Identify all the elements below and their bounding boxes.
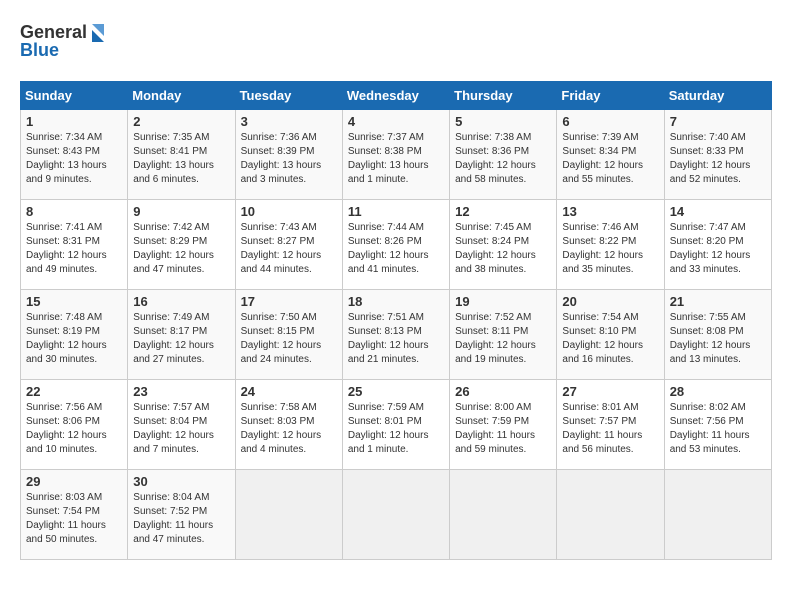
calendar-body: 1Sunrise: 7:34 AM Sunset: 8:43 PM Daylig… bbox=[21, 110, 772, 560]
calendar-cell: 11Sunrise: 7:44 AM Sunset: 8:26 PM Dayli… bbox=[342, 200, 449, 290]
calendar-cell: 29Sunrise: 8:03 AM Sunset: 7:54 PM Dayli… bbox=[21, 470, 128, 560]
calendar-cell: 21Sunrise: 7:55 AM Sunset: 8:08 PM Dayli… bbox=[664, 290, 771, 380]
calendar-cell: 8Sunrise: 7:41 AM Sunset: 8:31 PM Daylig… bbox=[21, 200, 128, 290]
calendar-header: SundayMondayTuesdayWednesdayThursdayFrid… bbox=[21, 82, 772, 110]
calendar-cell: 23Sunrise: 7:57 AM Sunset: 8:04 PM Dayli… bbox=[128, 380, 235, 470]
svg-text:Blue: Blue bbox=[20, 40, 59, 60]
calendar-cell: 4Sunrise: 7:37 AM Sunset: 8:38 PM Daylig… bbox=[342, 110, 449, 200]
calendar-cell bbox=[235, 470, 342, 560]
header-cell-saturday: Saturday bbox=[664, 82, 771, 110]
calendar-cell bbox=[450, 470, 557, 560]
calendar-cell: 1Sunrise: 7:34 AM Sunset: 8:43 PM Daylig… bbox=[21, 110, 128, 200]
calendar-cell: 19Sunrise: 7:52 AM Sunset: 8:11 PM Dayli… bbox=[450, 290, 557, 380]
calendar-cell: 24Sunrise: 7:58 AM Sunset: 8:03 PM Dayli… bbox=[235, 380, 342, 470]
calendar-row: 8Sunrise: 7:41 AM Sunset: 8:31 PM Daylig… bbox=[21, 200, 772, 290]
calendar-cell: 3Sunrise: 7:36 AM Sunset: 8:39 PM Daylig… bbox=[235, 110, 342, 200]
header-cell-wednesday: Wednesday bbox=[342, 82, 449, 110]
calendar-cell: 15Sunrise: 7:48 AM Sunset: 8:19 PM Dayli… bbox=[21, 290, 128, 380]
logo-svg: GeneralBlue bbox=[20, 20, 110, 65]
header-cell-tuesday: Tuesday bbox=[235, 82, 342, 110]
calendar-cell: 5Sunrise: 7:38 AM Sunset: 8:36 PM Daylig… bbox=[450, 110, 557, 200]
calendar-cell: 26Sunrise: 8:00 AM Sunset: 7:59 PM Dayli… bbox=[450, 380, 557, 470]
svg-text:General: General bbox=[20, 22, 87, 42]
header-cell-monday: Monday bbox=[128, 82, 235, 110]
calendar-cell: 27Sunrise: 8:01 AM Sunset: 7:57 PM Dayli… bbox=[557, 380, 664, 470]
page-header: GeneralBlue bbox=[20, 20, 772, 65]
calendar-cell: 25Sunrise: 7:59 AM Sunset: 8:01 PM Dayli… bbox=[342, 380, 449, 470]
calendar-cell: 20Sunrise: 7:54 AM Sunset: 8:10 PM Dayli… bbox=[557, 290, 664, 380]
calendar-cell: 14Sunrise: 7:47 AM Sunset: 8:20 PM Dayli… bbox=[664, 200, 771, 290]
calendar-table: SundayMondayTuesdayWednesdayThursdayFrid… bbox=[20, 81, 772, 560]
calendar-cell: 13Sunrise: 7:46 AM Sunset: 8:22 PM Dayli… bbox=[557, 200, 664, 290]
calendar-cell: 7Sunrise: 7:40 AM Sunset: 8:33 PM Daylig… bbox=[664, 110, 771, 200]
calendar-cell: 17Sunrise: 7:50 AM Sunset: 8:15 PM Dayli… bbox=[235, 290, 342, 380]
calendar-row: 22Sunrise: 7:56 AM Sunset: 8:06 PM Dayli… bbox=[21, 380, 772, 470]
calendar-cell bbox=[664, 470, 771, 560]
header-cell-thursday: Thursday bbox=[450, 82, 557, 110]
calendar-cell: 18Sunrise: 7:51 AM Sunset: 8:13 PM Dayli… bbox=[342, 290, 449, 380]
header-row: SundayMondayTuesdayWednesdayThursdayFrid… bbox=[21, 82, 772, 110]
calendar-cell: 9Sunrise: 7:42 AM Sunset: 8:29 PM Daylig… bbox=[128, 200, 235, 290]
calendar-cell: 28Sunrise: 8:02 AM Sunset: 7:56 PM Dayli… bbox=[664, 380, 771, 470]
calendar-cell bbox=[557, 470, 664, 560]
header-cell-sunday: Sunday bbox=[21, 82, 128, 110]
calendar-cell: 22Sunrise: 7:56 AM Sunset: 8:06 PM Dayli… bbox=[21, 380, 128, 470]
calendar-row: 15Sunrise: 7:48 AM Sunset: 8:19 PM Dayli… bbox=[21, 290, 772, 380]
calendar-cell: 30Sunrise: 8:04 AM Sunset: 7:52 PM Dayli… bbox=[128, 470, 235, 560]
calendar-cell: 2Sunrise: 7:35 AM Sunset: 8:41 PM Daylig… bbox=[128, 110, 235, 200]
calendar-row: 29Sunrise: 8:03 AM Sunset: 7:54 PM Dayli… bbox=[21, 470, 772, 560]
calendar-cell: 6Sunrise: 7:39 AM Sunset: 8:34 PM Daylig… bbox=[557, 110, 664, 200]
calendar-row: 1Sunrise: 7:34 AM Sunset: 8:43 PM Daylig… bbox=[21, 110, 772, 200]
logo: GeneralBlue bbox=[20, 20, 110, 65]
calendar-cell: 16Sunrise: 7:49 AM Sunset: 8:17 PM Dayli… bbox=[128, 290, 235, 380]
calendar-cell bbox=[342, 470, 449, 560]
header-cell-friday: Friday bbox=[557, 82, 664, 110]
calendar-cell: 12Sunrise: 7:45 AM Sunset: 8:24 PM Dayli… bbox=[450, 200, 557, 290]
calendar-cell: 10Sunrise: 7:43 AM Sunset: 8:27 PM Dayli… bbox=[235, 200, 342, 290]
